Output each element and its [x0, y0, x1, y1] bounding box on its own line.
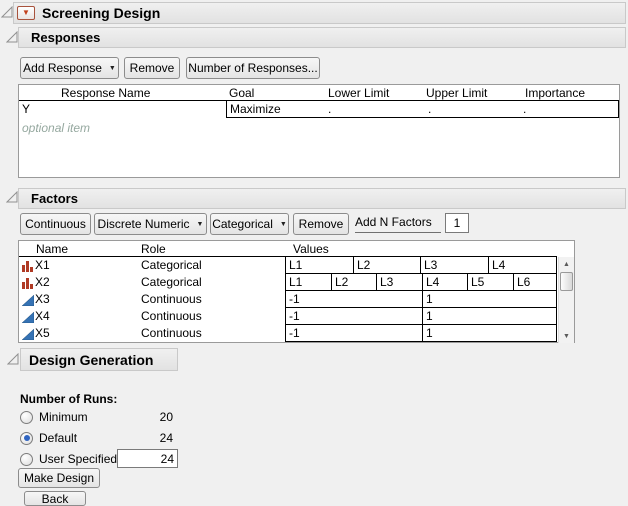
factor-value-cell[interactable]: L6: [514, 274, 557, 291]
make-design-button[interactable]: Make Design: [18, 468, 100, 488]
response-name-cell[interactable]: Y: [22, 102, 30, 116]
responses-table: Response Name Goal Lower Limit Upper Lim…: [18, 84, 620, 178]
radio-default[interactable]: [20, 432, 33, 445]
lower-limit-cell[interactable]: .: [325, 101, 426, 118]
column-header-goal: Goal: [229, 86, 254, 100]
factor-value-cell[interactable]: L2: [354, 257, 421, 274]
continuous-button[interactable]: Continuous: [20, 213, 91, 235]
table-row[interactable]: X4 Continuous -1 1: [19, 308, 557, 325]
column-header-response-name: Response Name: [61, 86, 150, 100]
factor-value-cell[interactable]: L5: [468, 274, 514, 291]
design-generation-title: Design Generation: [29, 352, 153, 368]
factor-value-cell[interactable]: L4: [489, 257, 557, 274]
factor-name[interactable]: X1: [35, 258, 50, 272]
factor-role[interactable]: Categorical: [141, 258, 202, 272]
categorical-bars-icon: [22, 259, 34, 271]
number-of-responses-button[interactable]: Number of Responses...: [186, 57, 320, 79]
factor-value-cell[interactable]: -1: [286, 325, 423, 342]
number-of-runs-label: Number of Runs:: [20, 392, 117, 406]
continuous-triangle-icon: [22, 293, 34, 305]
scroll-down-icon[interactable]: ▼: [559, 330, 574, 342]
factor-value-cell[interactable]: -1: [286, 291, 423, 308]
column-header-importance: Importance: [525, 86, 585, 100]
factor-value-cell[interactable]: 1: [423, 308, 557, 325]
scroll-up-icon[interactable]: ▲: [559, 258, 574, 270]
table-row[interactable]: X3 Continuous -1 1: [19, 291, 557, 308]
factor-value-cell[interactable]: 1: [423, 325, 557, 342]
radio-user-specified[interactable]: [20, 453, 33, 466]
radio-minimum[interactable]: [20, 411, 33, 424]
factor-name[interactable]: X3: [35, 292, 50, 306]
user-specified-runs-input[interactable]: [117, 449, 178, 468]
factor-value-cell[interactable]: L1: [286, 257, 354, 274]
add-response-button[interactable]: Add Response ▼: [20, 57, 119, 79]
radio-minimum-label: Minimum: [39, 410, 88, 424]
default-runs-value: 24: [117, 431, 173, 445]
factor-value-cell[interactable]: L3: [421, 257, 489, 274]
screening-design-header[interactable]: ▼ Screening Design: [13, 2, 626, 24]
factors-header[interactable]: Factors: [18, 188, 626, 209]
design-generation-header[interactable]: Design Generation: [20, 348, 178, 371]
scrollbar-thumb[interactable]: [560, 272, 573, 291]
factor-name[interactable]: X2: [35, 275, 50, 289]
table-row[interactable]: X2 Categorical L1 L2 L3 L4 L5 L6: [19, 274, 557, 291]
values-scrollbar[interactable]: ▲ ▼: [558, 257, 574, 343]
factor-value-cell[interactable]: -1: [286, 308, 423, 325]
add-n-factors-label: Add N Factors: [355, 215, 441, 233]
factor-name[interactable]: X5: [35, 326, 50, 340]
responses-header[interactable]: Responses: [18, 27, 626, 48]
disclosure-triangle-icon[interactable]: [7, 353, 20, 366]
importance-cell[interactable]: .: [520, 101, 619, 118]
column-header-lower-limit: Lower Limit: [328, 86, 389, 100]
column-header-upper-limit: Upper Limit: [426, 86, 487, 100]
factor-value-cell[interactable]: L4: [423, 274, 468, 291]
red-triangle-menu-icon[interactable]: ▼: [17, 6, 35, 20]
radio-row-default: Default 24: [20, 430, 180, 446]
radio-user-specified-label: User Specified: [39, 452, 117, 466]
factor-role[interactable]: Continuous: [141, 309, 202, 323]
factor-value-cell[interactable]: L2: [332, 274, 377, 291]
remove-factor-button[interactable]: Remove: [293, 213, 349, 235]
caret-down-icon: ▼: [109, 65, 116, 72]
factor-value-cell[interactable]: 1: [423, 291, 557, 308]
table-row[interactable]: X1 Categorical L1 L2 L3 L4: [19, 257, 557, 274]
caret-down-icon: ▼: [280, 221, 287, 228]
column-header-name: Name: [36, 242, 68, 256]
page-title: Screening Design: [42, 5, 160, 21]
categorical-button[interactable]: Categorical ▼: [210, 213, 289, 235]
upper-limit-cell[interactable]: .: [425, 101, 521, 118]
responses-title: Responses: [31, 30, 100, 45]
goal-cell[interactable]: Maximize: [226, 101, 326, 118]
column-header-values: Values: [293, 242, 329, 256]
factor-role[interactable]: Continuous: [141, 326, 202, 340]
minimum-runs-value: 20: [117, 410, 173, 424]
radio-default-label: Default: [39, 431, 77, 445]
column-header-role: Role: [141, 242, 166, 256]
continuous-triangle-icon: [22, 310, 34, 322]
radio-row-minimum: Minimum 20: [20, 409, 180, 425]
continuous-triangle-icon: [22, 327, 34, 339]
screening-design-window: ▼ Screening Design Responses Add Respons…: [0, 0, 628, 506]
factor-role[interactable]: Categorical: [141, 275, 202, 289]
categorical-bars-icon: [22, 276, 34, 288]
back-button[interactable]: Back: [24, 491, 86, 506]
table-row[interactable]: X5 Continuous -1 1: [19, 325, 557, 342]
factors-title: Factors: [31, 191, 78, 206]
factor-name[interactable]: X4: [35, 309, 50, 323]
factor-value-cell[interactable]: L1: [286, 274, 332, 291]
factor-value-cell[interactable]: L3: [377, 274, 423, 291]
factor-role[interactable]: Continuous: [141, 292, 202, 306]
optional-item-placeholder[interactable]: optional item: [22, 121, 90, 135]
remove-response-button[interactable]: Remove: [124, 57, 180, 79]
factors-table: Name Role Values X1 Categorical L1 L2 L3…: [18, 240, 575, 343]
caret-down-icon: ▼: [197, 221, 204, 228]
add-n-factors-input[interactable]: [445, 213, 469, 233]
discrete-numeric-button[interactable]: Discrete Numeric ▼: [94, 213, 207, 235]
